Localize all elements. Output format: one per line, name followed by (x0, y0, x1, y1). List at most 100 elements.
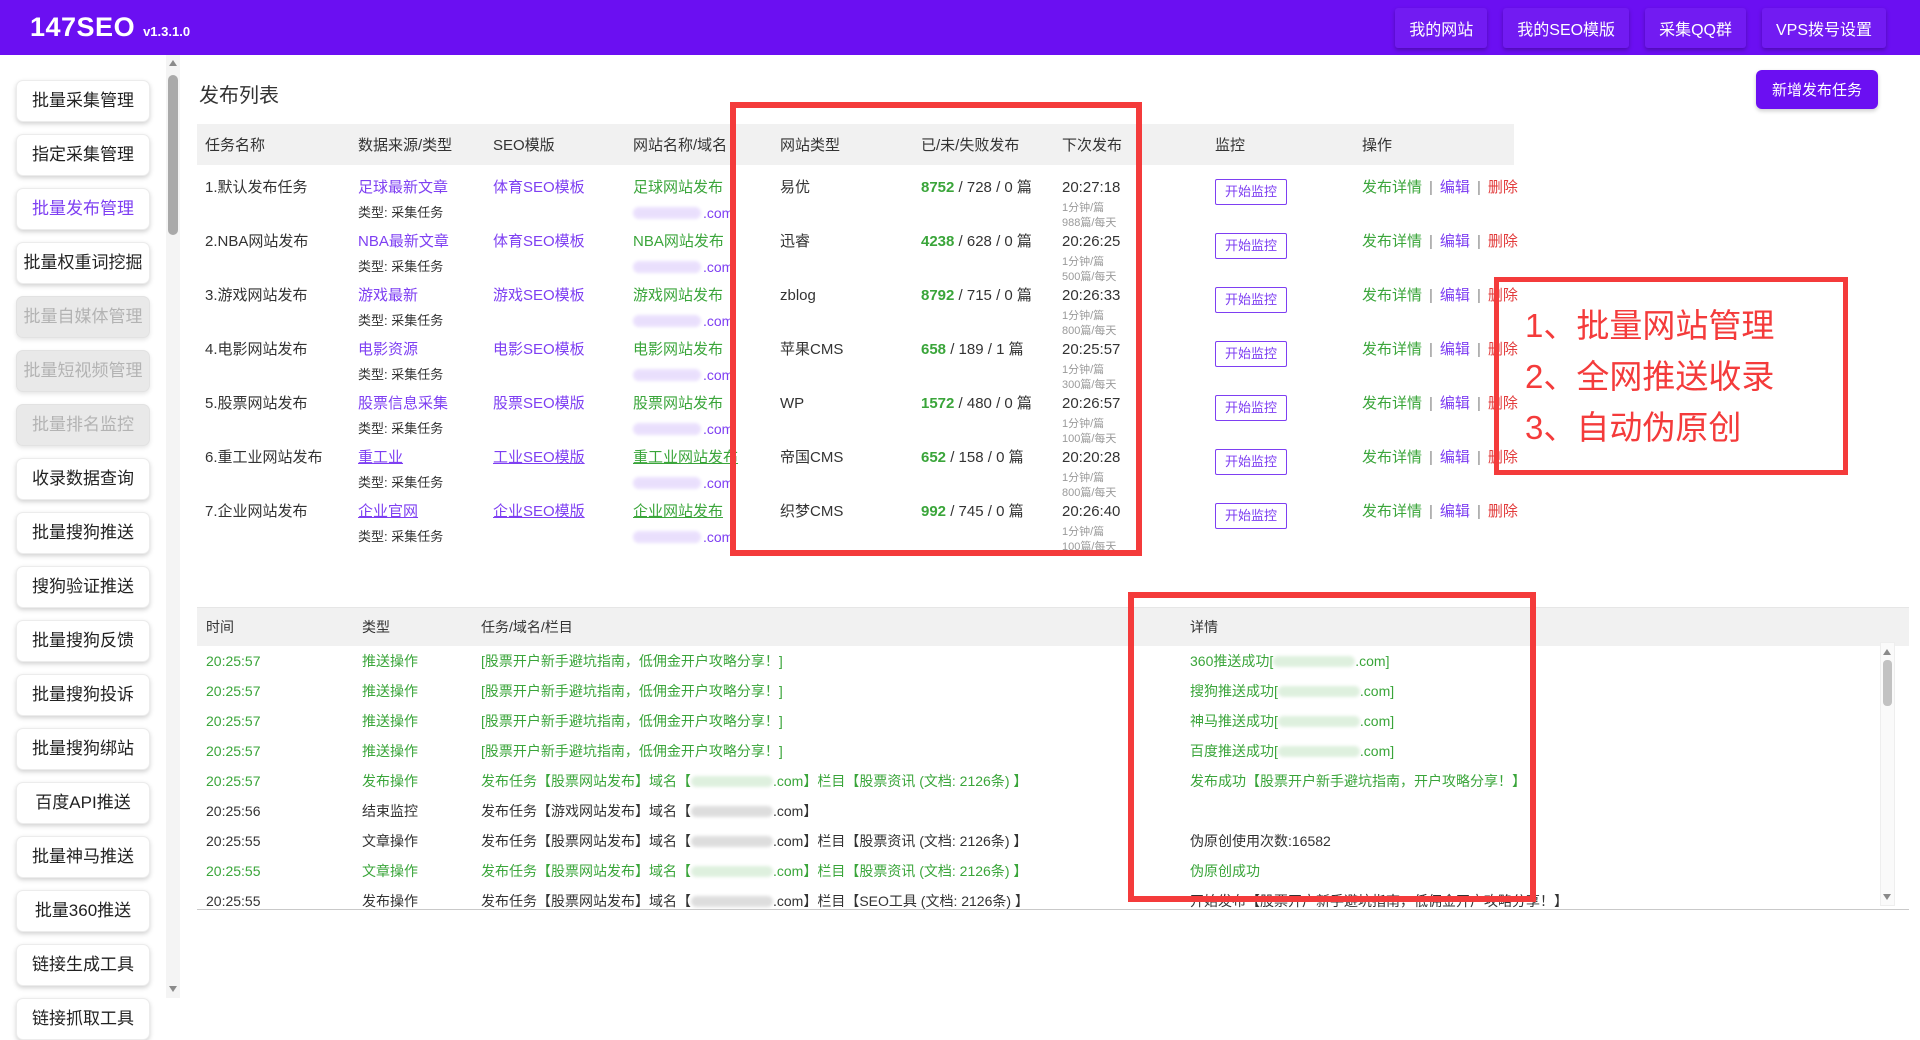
template-link[interactable]: 游戏SEO模板 (493, 287, 585, 304)
scroll-down-icon[interactable] (1880, 889, 1894, 904)
publish-detail-link[interactable]: 发布详情 (1362, 503, 1422, 520)
next-publish: 20:26:57 1分钟/篇100篇/每天 (1054, 395, 1207, 447)
start-monitor-button[interactable]: 开始监控 (1215, 233, 1287, 259)
log-task: [股票开户新手避坑指南，低佣金开户攻略分享！] (472, 741, 1160, 761)
nav-qq-group[interactable]: 采集QQ群 (1645, 8, 1746, 48)
scroll-up-icon[interactable] (1880, 644, 1894, 659)
edit-link[interactable]: 编辑 (1440, 341, 1470, 358)
edit-link[interactable]: 编辑 (1440, 287, 1470, 304)
nav-my-seo-templates[interactable]: 我的SEO模版 (1503, 8, 1629, 48)
template-link[interactable]: 企业SEO模版 (493, 503, 585, 520)
template-link[interactable]: 体育SEO模板 (493, 179, 585, 196)
log-type: 推送操作 (353, 651, 472, 671)
nav-my-sites[interactable]: 我的网站 (1395, 8, 1487, 48)
template-link[interactable]: 工业SEO模版 (493, 449, 585, 466)
next-publish: 20:26:40 1分钟/篇100篇/每天 (1054, 503, 1207, 555)
log-row: 20:25:57 推送操作 [股票开户新手避坑指南，低佣金开户攻略分享！] 搜狗… (197, 676, 1909, 706)
sidebar-item-link-generator[interactable]: 链接生成工具 (16, 944, 150, 986)
source-link[interactable]: NBA最新文章 (358, 233, 449, 250)
log-scrollbar[interactable] (1880, 642, 1895, 906)
task-name: 7.企业网站发布 (197, 503, 350, 521)
sidebar-item-sogou-push[interactable]: 批量搜狗推送 (16, 512, 150, 554)
sidebar-item-sogou-verify-push[interactable]: 搜狗验证推送 (16, 566, 150, 608)
site-name-link[interactable]: 股票网站发布 (633, 395, 723, 412)
row-actions: 发布详情|编辑|删除 (1354, 503, 1514, 521)
edit-link[interactable]: 编辑 (1440, 449, 1470, 466)
log-time: 20:25:55 (197, 863, 353, 879)
start-monitor-button[interactable]: 开始监控 (1215, 179, 1287, 205)
sidebar-item-specified-collect[interactable]: 指定采集管理 (16, 134, 150, 176)
delete-link[interactable]: 删除 (1488, 449, 1518, 466)
new-publish-task-button[interactable]: 新增发布任务 (1756, 70, 1878, 109)
scroll-up-icon[interactable] (166, 55, 180, 70)
publish-detail-link[interactable]: 发布详情 (1362, 233, 1422, 250)
task-type: 类型: 采集任务 (358, 474, 485, 492)
start-monitor-button[interactable]: 开始监控 (1215, 503, 1287, 529)
edit-link[interactable]: 编辑 (1440, 395, 1470, 412)
site-domain: .com (633, 258, 772, 276)
edit-link[interactable]: 编辑 (1440, 179, 1470, 196)
nav-vps-dial-settings[interactable]: VPS拨号设置 (1762, 8, 1886, 48)
log-row: 20:25:57 推送操作 [股票开户新手避坑指南，低佣金开户攻略分享！] 36… (197, 646, 1909, 676)
log-type: 推送操作 (353, 711, 472, 731)
publish-counts: 4238 / 628 / 0 篇 (913, 233, 1054, 251)
template-link[interactable]: 电影SEO模板 (493, 341, 585, 358)
template-link[interactable]: 股票SEO模版 (493, 395, 585, 412)
log-detail: 开始发布【股票开户新手避坑指南，低佣金开户攻略分享！】 (1160, 891, 1909, 910)
start-monitor-button[interactable]: 开始监控 (1215, 395, 1287, 421)
site-name-link[interactable]: 企业网站发布 (633, 503, 723, 520)
sidebar-item-batch-collect[interactable]: 批量采集管理 (16, 80, 150, 122)
source-link[interactable]: 电影资源 (358, 341, 418, 358)
delete-link[interactable]: 删除 (1488, 179, 1518, 196)
delete-link[interactable]: 删除 (1488, 341, 1518, 358)
edit-link[interactable]: 编辑 (1440, 233, 1470, 250)
sidebar-scrollbar[interactable] (166, 55, 180, 998)
edit-link[interactable]: 编辑 (1440, 503, 1470, 520)
sidebar-item-index-query[interactable]: 收录数据查询 (16, 458, 150, 500)
start-monitor-button[interactable]: 开始监控 (1215, 449, 1287, 475)
publish-detail-link[interactable]: 发布详情 (1362, 287, 1422, 304)
site-name-link[interactable]: 足球网站发布 (633, 179, 723, 196)
row-actions: 发布详情|编辑|删除 (1354, 287, 1514, 305)
sidebar-item-link-grabber[interactable]: 链接抓取工具 (16, 998, 150, 1040)
scroll-down-icon[interactable] (166, 981, 180, 996)
sidebar-item-sogou-bind-site[interactable]: 批量搜狗绑站 (16, 728, 150, 770)
sidebar-item-baidu-api-push[interactable]: 百度API推送 (16, 782, 150, 824)
delete-link[interactable]: 删除 (1488, 287, 1518, 304)
log-time: 20:25:57 (197, 653, 353, 669)
start-monitor-button[interactable]: 开始监控 (1215, 341, 1287, 367)
log-detail: 百度推送成功[.com] (1160, 741, 1909, 761)
log-row: 20:25:57 推送操作 [股票开户新手避坑指南，低佣金开户攻略分享！] 百度… (197, 736, 1909, 766)
source-link[interactable]: 游戏最新 (358, 287, 418, 304)
site-name-link[interactable]: NBA网站发布 (633, 233, 724, 250)
delete-link[interactable]: 删除 (1488, 503, 1518, 520)
source-link[interactable]: 足球最新文章 (358, 179, 448, 196)
template-link[interactable]: 体育SEO模板 (493, 233, 585, 250)
site-name-link[interactable]: 重工业网站发布 (633, 449, 738, 466)
sidebar-item-shenma-push[interactable]: 批量神马推送 (16, 836, 150, 878)
source-link[interactable]: 重工业 (358, 449, 403, 466)
sidebar-item-batch-publish[interactable]: 批量发布管理 (16, 188, 150, 230)
sidebar-item-sogou-feedback[interactable]: 批量搜狗反馈 (16, 620, 150, 662)
log-time: 20:25:57 (197, 713, 353, 729)
sidebar-item-360-push[interactable]: 批量360推送 (16, 890, 150, 932)
site-name-link[interactable]: 游戏网站发布 (633, 287, 723, 304)
sidebar-scrollbar-thumb[interactable] (168, 75, 178, 235)
blurred-domain (633, 207, 701, 219)
sidebar-item-keyword-mining[interactable]: 批量权重词挖掘 (16, 242, 150, 284)
log-scrollbar-thumb[interactable] (1883, 660, 1892, 706)
publish-detail-link[interactable]: 发布详情 (1362, 179, 1422, 196)
source-link[interactable]: 股票信息采集 (358, 395, 448, 412)
publish-detail-link[interactable]: 发布详情 (1362, 449, 1422, 466)
publish-detail-link[interactable]: 发布详情 (1362, 395, 1422, 412)
delete-link[interactable]: 删除 (1488, 395, 1518, 412)
source-link[interactable]: 企业官网 (358, 503, 418, 520)
delete-link[interactable]: 删除 (1488, 233, 1518, 250)
main-content: 发布列表 任务名称 数据来源/类型 SEO模版 网站名称/域名 网站类型 已/未… (180, 79, 1920, 910)
publish-detail-link[interactable]: 发布详情 (1362, 341, 1422, 358)
site-domain: .com (633, 420, 772, 438)
log-detail: 发布成功【股票开户新手避坑指南，开户攻略分享！】 (1160, 771, 1909, 791)
sidebar-item-sogou-complaint[interactable]: 批量搜狗投诉 (16, 674, 150, 716)
site-name-link[interactable]: 电影网站发布 (633, 341, 723, 358)
start-monitor-button[interactable]: 开始监控 (1215, 287, 1287, 313)
